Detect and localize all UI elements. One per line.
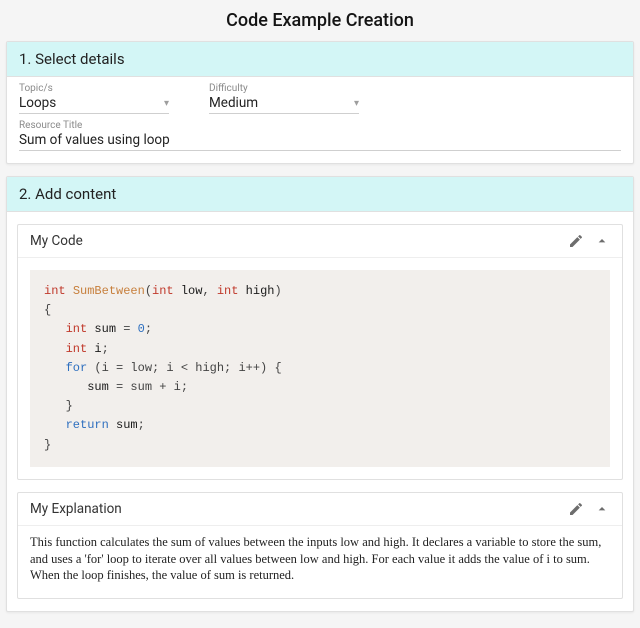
topic-field[interactable]: Topic/s Loops ▾ [19,83,169,114]
my-code-title: My Code [30,233,558,249]
difficulty-value: Medium [209,95,348,111]
collapse-icon[interactable] [594,501,610,517]
section-header-2: 2. Add content [7,177,633,212]
difficulty-field[interactable]: Difficulty Medium ▾ [209,83,359,114]
difficulty-label: Difficulty [209,83,359,94]
my-explanation-panel: My Explanation This function calculates … [17,492,623,600]
explanation-body: This function calculates the sum of valu… [18,526,622,599]
resource-title-value: Sum of values using loop [19,132,621,148]
topic-label: Topic/s [19,83,169,94]
section-header-1: 1. Select details [7,42,633,77]
collapse-icon[interactable] [594,233,610,249]
section-select-details: 1. Select details Topic/s Loops ▾ Diffic… [6,41,634,164]
page-title: Code Example Creation [6,4,634,41]
code-block: int SumBetween(int low, int high) { int … [30,270,610,467]
my-code-panel: My Code int SumBetween(int low, int high… [17,224,623,480]
resource-title-label: Resource Title [19,120,621,131]
chevron-down-icon: ▾ [354,98,359,109]
resource-title-field[interactable]: Resource Title Sum of values using loop [19,120,621,151]
edit-icon[interactable] [568,233,584,249]
section-add-content: 2. Add content My Code int SumBetween(in… [6,176,634,612]
topic-value: Loops [19,95,158,111]
edit-icon[interactable] [568,501,584,517]
chevron-down-icon: ▾ [164,98,169,109]
my-explanation-title: My Explanation [30,501,558,517]
